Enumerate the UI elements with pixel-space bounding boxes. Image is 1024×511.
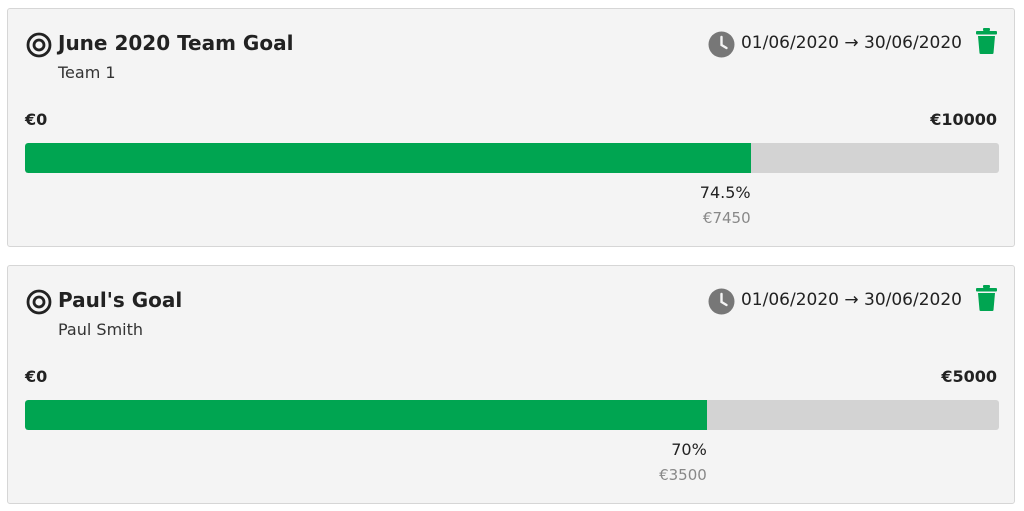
trash-icon[interactable] — [976, 28, 997, 54]
goal-max-label: €5000 — [941, 367, 997, 386]
goal-date-range: 01/06/2020 → 30/06/2020 — [740, 290, 962, 310]
trash-icon[interactable] — [976, 285, 997, 311]
goal-title: Paul's Goal — [58, 288, 183, 312]
goal-min-label: €0 — [25, 367, 48, 386]
goal-max-label: €10000 — [930, 110, 997, 129]
progress-bar-fill — [25, 400, 707, 430]
target-icon — [26, 289, 52, 315]
goal-title: June 2020 Team Goal — [58, 31, 294, 55]
goal-card: Paul's Goal Paul Smith 01/06/2020 → 30/0… — [7, 265, 1015, 504]
goal-owner: Team 1 — [58, 63, 116, 82]
progress-percent: 74.5% — [699, 183, 751, 202]
progress-amount: €7450 — [702, 209, 751, 227]
progress-percent: 70% — [671, 440, 707, 459]
target-icon — [26, 32, 52, 58]
clock-icon — [708, 31, 735, 58]
goal-owner: Paul Smith — [58, 320, 144, 339]
goal-date-range: 01/06/2020 → 30/06/2020 — [740, 33, 962, 53]
goal-card: June 2020 Team Goal Team 1 01/06/2020 → … — [7, 8, 1015, 247]
progress-amount: €3500 — [659, 466, 707, 484]
progress-bar — [25, 143, 999, 173]
goal-min-label: €0 — [25, 110, 48, 129]
clock-icon — [708, 288, 735, 315]
progress-bar-fill — [25, 143, 751, 173]
progress-bar — [25, 400, 999, 430]
